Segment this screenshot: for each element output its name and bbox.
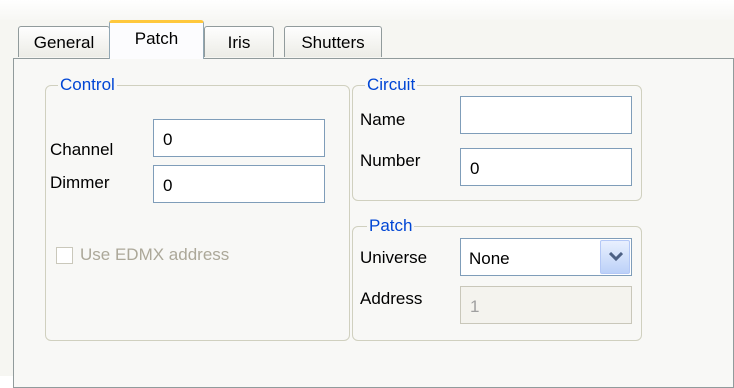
tab-iris[interactable]: Iris — [204, 26, 274, 57]
circuit-legend: Circuit — [365, 74, 418, 96]
control-legend: Control — [58, 74, 117, 96]
top-strip — [0, 0, 734, 20]
universe-selected-value: None — [469, 249, 510, 268]
use-edmx-label: Use EDMX address — [80, 245, 230, 264]
tab-general[interactable]: General — [18, 26, 110, 57]
channel-input[interactable]: 0 — [153, 119, 325, 157]
universe-dropdown-button[interactable] — [600, 240, 630, 274]
address-input[interactable]: 1 — [460, 286, 632, 324]
universe-label: Universe — [360, 248, 428, 267]
number-label: Number — [360, 151, 421, 170]
tab-patch[interactable]: Patch — [109, 20, 204, 59]
name-label: Name — [360, 110, 406, 129]
chevron-down-icon — [609, 252, 623, 262]
circuit-group: Circuit Name Number 0 — [352, 74, 642, 201]
dimmer-input[interactable]: 0 — [153, 165, 325, 203]
circuit-name-input[interactable] — [460, 96, 632, 134]
use-edmx-checkbox[interactable] — [56, 247, 73, 264]
tab-shutters[interactable]: Shutters — [284, 26, 382, 57]
dimmer-label: Dimmer — [50, 173, 110, 192]
patch-tab-panel: Control Channel 0 Dimmer 0 Use EDMX addr… — [13, 58, 734, 388]
channel-label: Channel — [50, 140, 114, 159]
circuit-number-input[interactable]: 0 — [460, 148, 632, 186]
patch-group: Patch Universe None Address 1 — [352, 215, 642, 341]
address-label: Address — [360, 289, 423, 308]
universe-select[interactable]: None — [460, 238, 632, 276]
patch-legend: Patch — [367, 215, 415, 237]
control-group: Control Channel 0 Dimmer 0 Use EDMX addr… — [45, 74, 350, 341]
